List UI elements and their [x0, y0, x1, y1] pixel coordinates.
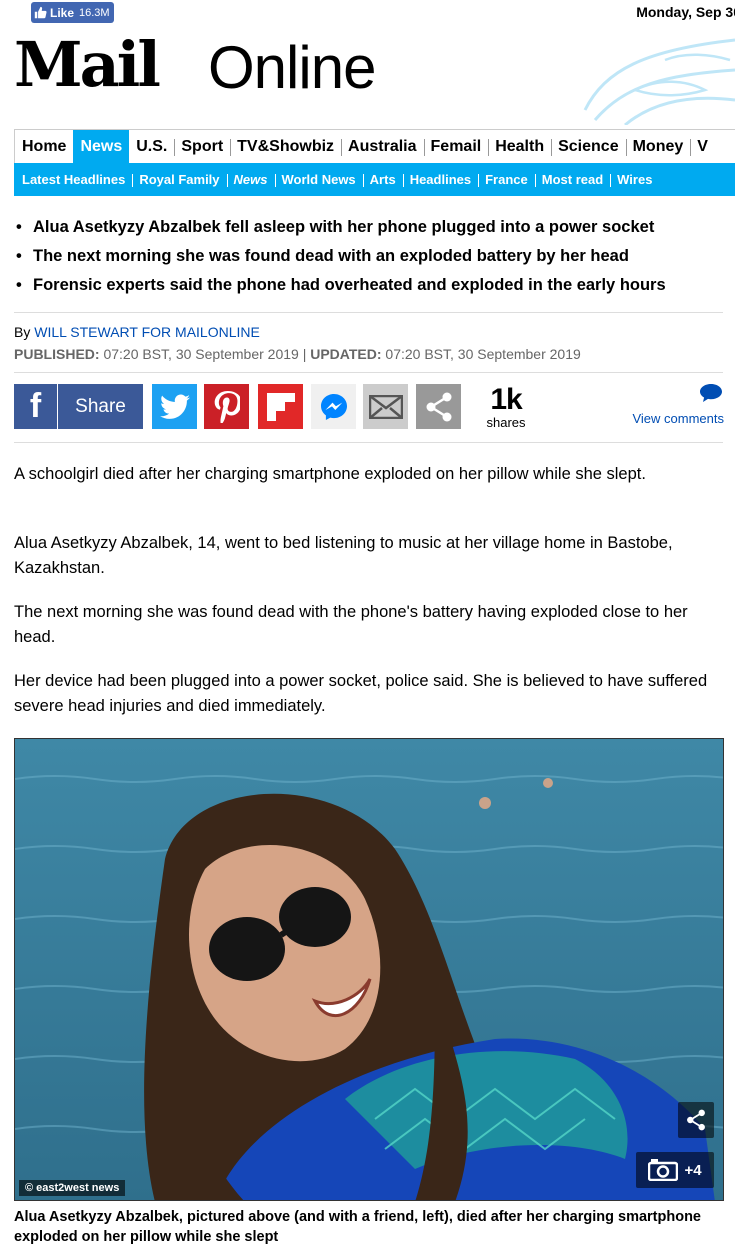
nav-australia[interactable]: Australia	[341, 130, 423, 163]
share-count: 1k shares	[476, 383, 536, 430]
article-paragraph: Alua Asetkyzy Abzalbek, 14, went to bed …	[14, 534, 673, 577]
nav-video[interactable]: V	[690, 130, 715, 163]
subnav-most-read[interactable]: Most read	[534, 172, 610, 187]
nav-sport[interactable]: Sport	[174, 130, 230, 163]
more-share-button[interactable]	[416, 384, 461, 429]
flipboard-share-button[interactable]	[258, 384, 303, 429]
decorative-bird-graphic	[583, 38, 735, 125]
summary-bullet: Alua Asetkyzy Abzalbek fell asleep with …	[16, 213, 726, 242]
published-time: 07:20 BST, 30 September 2019	[103, 346, 299, 362]
article-paragraph: Her device had been plugged into a power…	[14, 672, 708, 715]
current-date: Monday, Sep 30	[636, 4, 735, 20]
pinterest-icon	[214, 390, 240, 423]
email-share-button[interactable]	[363, 384, 408, 429]
primary-nav: Home News U.S. Sport TV&Showbiz Australi…	[14, 129, 735, 163]
updated-time: 07:20 BST, 30 September 2019	[385, 346, 581, 362]
publish-separator: |	[302, 346, 307, 362]
facebook-share-label: Share	[75, 395, 126, 417]
subnav-france[interactable]: France	[478, 172, 535, 187]
summary-bullet: The next morning she was found dead with…	[16, 242, 726, 271]
view-comments-link[interactable]: View comments	[632, 384, 724, 426]
photo-illustration	[15, 739, 723, 1200]
photo-gallery-button[interactable]: +4	[636, 1152, 714, 1188]
subnav-wires[interactable]: Wires	[610, 172, 659, 187]
like-label: Like	[50, 5, 75, 20]
pinterest-share-button[interactable]	[204, 384, 249, 429]
logo-online[interactable]: Online	[208, 38, 376, 98]
nav-money[interactable]: Money	[625, 130, 691, 163]
secondary-nav: Latest Headlines Royal Family News World…	[14, 163, 735, 196]
updated-label: UPDATED:	[310, 346, 382, 362]
nav-health[interactable]: Health	[488, 130, 551, 163]
photo-credit: © east2west news	[19, 1180, 126, 1196]
facebook-like-button[interactable]: Like 16.3M	[31, 2, 114, 23]
published-label: PUBLISHED:	[14, 346, 100, 362]
nav-home[interactable]: Home	[15, 130, 73, 163]
nav-us[interactable]: U.S.	[129, 130, 174, 163]
byline-prefix: By	[14, 324, 31, 340]
flipboard-icon	[266, 392, 295, 421]
author-link[interactable]: WILL STEWART FOR MAILONLINE	[34, 324, 260, 340]
top-bar: Like 16.3M Monday, Sep 30	[0, 0, 735, 28]
divider	[14, 312, 723, 313]
thumbs-up-icon	[34, 6, 47, 19]
comment-bubble-icon	[700, 384, 722, 402]
summary-bullet: Forensic experts said the phone had over…	[16, 271, 726, 300]
gallery-count: +4	[684, 1161, 702, 1179]
like-count: 16.3M	[79, 6, 110, 19]
logo-mail[interactable]: Mail	[14, 34, 161, 96]
view-comments-label: View comments	[632, 411, 724, 426]
facebook-icon: f	[14, 384, 58, 429]
byline: By WILL STEWART FOR MAILONLINE	[14, 324, 260, 340]
nav-news[interactable]: News	[73, 130, 130, 163]
subnav-arts[interactable]: Arts	[362, 172, 403, 187]
masthead: Mail Online	[0, 30, 735, 125]
divider	[14, 372, 723, 373]
share-count-label: shares	[486, 415, 526, 430]
share-count-number: 1k	[490, 383, 522, 416]
subnav-royal-family[interactable]: Royal Family	[132, 172, 226, 187]
nav-tvshowbiz[interactable]: TV&Showbiz	[230, 130, 341, 163]
subnav-headlines[interactable]: Headlines	[402, 172, 478, 187]
nav-femail[interactable]: Femail	[423, 130, 489, 163]
twitter-icon	[159, 394, 190, 419]
publish-info: PUBLISHED: 07:20 BST, 30 September 2019 …	[14, 346, 581, 362]
facebook-share-button[interactable]: f Share	[14, 384, 143, 429]
share-icon	[687, 1109, 705, 1131]
messenger-share-button[interactable]	[311, 384, 356, 429]
envelope-icon	[368, 394, 403, 419]
messenger-icon	[320, 393, 347, 420]
camera-icon	[648, 1159, 679, 1181]
article-paragraph: A schoolgirl died after her charging sma…	[14, 465, 646, 483]
twitter-share-button[interactable]	[152, 384, 197, 429]
photo-share-button[interactable]	[678, 1102, 714, 1138]
article-paragraph: The next morning she was found dead with…	[14, 603, 688, 646]
share-bar: f Share 1k shares View comments	[14, 384, 724, 430]
subnav-world-news[interactable]: World News	[274, 172, 363, 187]
photo-caption: Alua Asetkyzy Abzalbek, pictured above (…	[14, 1209, 702, 1245]
share-icon	[426, 392, 451, 421]
divider	[14, 442, 723, 443]
nav-science[interactable]: Science	[551, 130, 625, 163]
subnav-latest-headlines[interactable]: Latest Headlines	[15, 172, 132, 187]
article-photo[interactable]: © east2west news +4	[14, 738, 724, 1201]
subnav-news[interactable]: News	[226, 172, 275, 187]
article-summary-bullets: Alua Asetkyzy Abzalbek fell asleep with …	[16, 213, 726, 300]
